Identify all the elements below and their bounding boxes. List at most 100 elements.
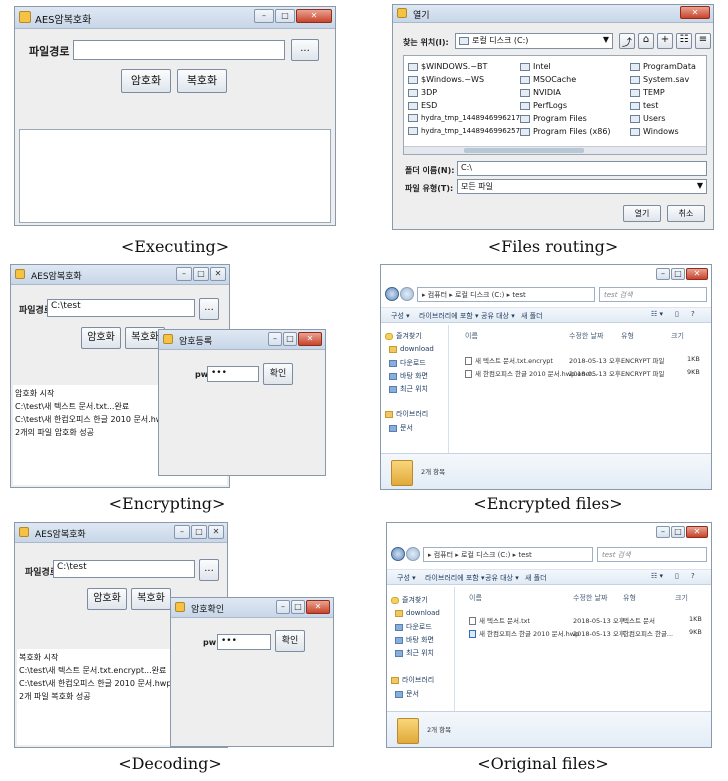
- minimize-icon[interactable]: –: [268, 332, 282, 346]
- nav-desktop[interactable]: 바탕 화면: [389, 371, 428, 381]
- path-input[interactable]: [73, 40, 285, 60]
- nav-recent[interactable]: 최근 위치: [395, 648, 434, 658]
- minimize-icon[interactable]: –: [276, 600, 290, 614]
- address-bar[interactable]: ▸ 컴퓨터 ▸ 로컬 디스크 (C:) ▸ test: [417, 287, 595, 302]
- folder-item[interactable]: Users: [630, 112, 706, 125]
- folder-item[interactable]: Intel: [520, 60, 624, 73]
- encrypt-button[interactable]: 암호화: [121, 69, 171, 93]
- pw-input[interactable]: •••: [207, 366, 259, 382]
- list-view-icon[interactable]: ☷: [676, 33, 692, 49]
- browse-button[interactable]: ...: [199, 559, 219, 581]
- decrypt-button[interactable]: 복호화: [177, 69, 227, 93]
- minimize-icon[interactable]: –: [254, 9, 274, 23]
- new-folder-button[interactable]: 새 폴더: [525, 573, 547, 583]
- share-button[interactable]: 공유 대상 ▾: [485, 573, 519, 583]
- folder-item[interactable]: Program Files (x86): [520, 125, 624, 138]
- maximize-icon[interactable]: □: [283, 332, 297, 346]
- nav-download[interactable]: download: [389, 345, 434, 353]
- column-size[interactable]: 크기: [671, 331, 684, 341]
- column-date[interactable]: 수정한 날짜: [569, 331, 603, 341]
- organize-button[interactable]: 구성 ▾: [397, 573, 416, 583]
- include-library-button[interactable]: 라이브러리에 포함 ▾: [419, 311, 478, 321]
- maximize-icon[interactable]: □: [671, 268, 685, 280]
- new-folder-button[interactable]: 새 폴더: [521, 311, 543, 321]
- folder-item[interactable]: NVIDIA: [520, 86, 624, 99]
- close-icon[interactable]: ✕: [680, 6, 710, 19]
- folder-item[interactable]: PerfLogs: [520, 99, 624, 112]
- open-button[interactable]: 열기: [623, 205, 661, 222]
- horizontal-scrollbar[interactable]: [404, 146, 706, 154]
- nav-favorites[interactable]: 즐겨찾기: [391, 595, 428, 605]
- decrypt-button[interactable]: 복호화: [131, 588, 171, 610]
- include-library-button[interactable]: 라이브러리에 포함 ▾: [425, 573, 484, 583]
- folder-item[interactable]: hydra_tmp_1448946996257: [408, 125, 520, 138]
- folder-item[interactable]: 3DP: [408, 86, 516, 99]
- maximize-icon[interactable]: □: [191, 525, 207, 539]
- address-bar[interactable]: ▸ 컴퓨터 ▸ 로컬 디스크 (C:) ▸ test: [423, 547, 593, 562]
- close-icon[interactable]: ✕: [298, 332, 322, 346]
- nav-recent[interactable]: 최근 위치: [389, 384, 428, 394]
- maximize-icon[interactable]: □: [291, 600, 305, 614]
- folder-item[interactable]: $Windows.~WS: [408, 73, 516, 86]
- view-icon[interactable]: ☷ ▾: [651, 572, 663, 580]
- folder-item[interactable]: Program Files: [520, 112, 624, 125]
- organize-button[interactable]: 구성 ▾: [391, 311, 410, 321]
- back-icon[interactable]: [385, 287, 399, 301]
- look-in-select[interactable]: 로컬 디스크 (C:) ▼: [455, 33, 613, 49]
- column-type[interactable]: 유형: [621, 331, 634, 341]
- help-icon[interactable]: ?: [691, 310, 695, 318]
- nav-documents[interactable]: 문서: [389, 423, 413, 433]
- cancel-button[interactable]: 취소: [667, 205, 705, 222]
- help-icon[interactable]: ?: [691, 572, 695, 580]
- maximize-icon[interactable]: □: [275, 9, 295, 23]
- folder-item[interactable]: ESD: [408, 99, 516, 112]
- home-icon[interactable]: ⌂: [638, 33, 654, 49]
- folder-item[interactable]: hydra_tmp_1448946996217: [408, 112, 520, 125]
- maximize-icon[interactable]: □: [671, 526, 685, 538]
- details-view-icon[interactable]: ≡: [695, 33, 711, 49]
- folder-item[interactable]: System.sav: [630, 73, 706, 86]
- folder-name-input[interactable]: C:\: [457, 161, 707, 176]
- close-icon[interactable]: ✕: [686, 268, 708, 280]
- ok-button[interactable]: 확인: [263, 363, 293, 385]
- folder-item[interactable]: test: [630, 99, 706, 112]
- close-icon[interactable]: ✕: [686, 526, 708, 538]
- column-name[interactable]: 이름: [465, 331, 478, 341]
- pw-input[interactable]: •••: [217, 634, 271, 650]
- close-icon[interactable]: ✕: [210, 267, 226, 281]
- path-input[interactable]: C:\test: [47, 299, 195, 317]
- folder-item[interactable]: ProgramData: [630, 60, 706, 73]
- view-icon[interactable]: ☷ ▾: [651, 310, 663, 318]
- browse-button[interactable]: ...: [199, 298, 219, 320]
- browse-button[interactable]: ...: [291, 39, 319, 61]
- forward-icon[interactable]: [406, 547, 420, 561]
- minimize-icon[interactable]: –: [174, 525, 190, 539]
- nav-libraries[interactable]: 라이브러리: [391, 675, 434, 685]
- file-type-select[interactable]: 모든 파일 ▼: [457, 179, 707, 194]
- nav-documents[interactable]: 문서: [395, 689, 419, 699]
- new-folder-icon[interactable]: +: [657, 33, 673, 49]
- preview-pane-icon[interactable]: ▯: [675, 310, 679, 318]
- column-name[interactable]: 이름: [469, 593, 482, 603]
- close-icon[interactable]: ✕: [208, 525, 224, 539]
- nav-desktop[interactable]: 바탕 화면: [395, 635, 434, 645]
- nav-downloads[interactable]: 다운로드: [395, 622, 432, 632]
- path-input[interactable]: C:\test: [53, 560, 195, 578]
- close-icon[interactable]: ✕: [296, 9, 332, 23]
- minimize-icon[interactable]: –: [176, 267, 192, 281]
- ok-button[interactable]: 확인: [275, 630, 305, 652]
- maximize-icon[interactable]: □: [193, 267, 209, 281]
- encrypt-button[interactable]: 암호화: [87, 588, 127, 610]
- up-folder-icon[interactable]: ⤴: [619, 33, 635, 49]
- close-icon[interactable]: ✕: [306, 600, 330, 614]
- share-button[interactable]: 공유 대상 ▾: [481, 311, 515, 321]
- minimize-icon[interactable]: –: [656, 526, 670, 538]
- back-icon[interactable]: [391, 547, 405, 561]
- nav-libraries[interactable]: 라이브러리: [385, 409, 428, 419]
- folder-item[interactable]: $WINDOWS.~BT: [408, 60, 516, 73]
- folder-item[interactable]: MSOCache: [520, 73, 624, 86]
- preview-pane-icon[interactable]: ▯: [675, 572, 679, 580]
- nav-download[interactable]: download: [395, 609, 440, 617]
- folder-item[interactable]: TEMP: [630, 86, 706, 99]
- encrypt-button[interactable]: 암호화: [81, 327, 121, 349]
